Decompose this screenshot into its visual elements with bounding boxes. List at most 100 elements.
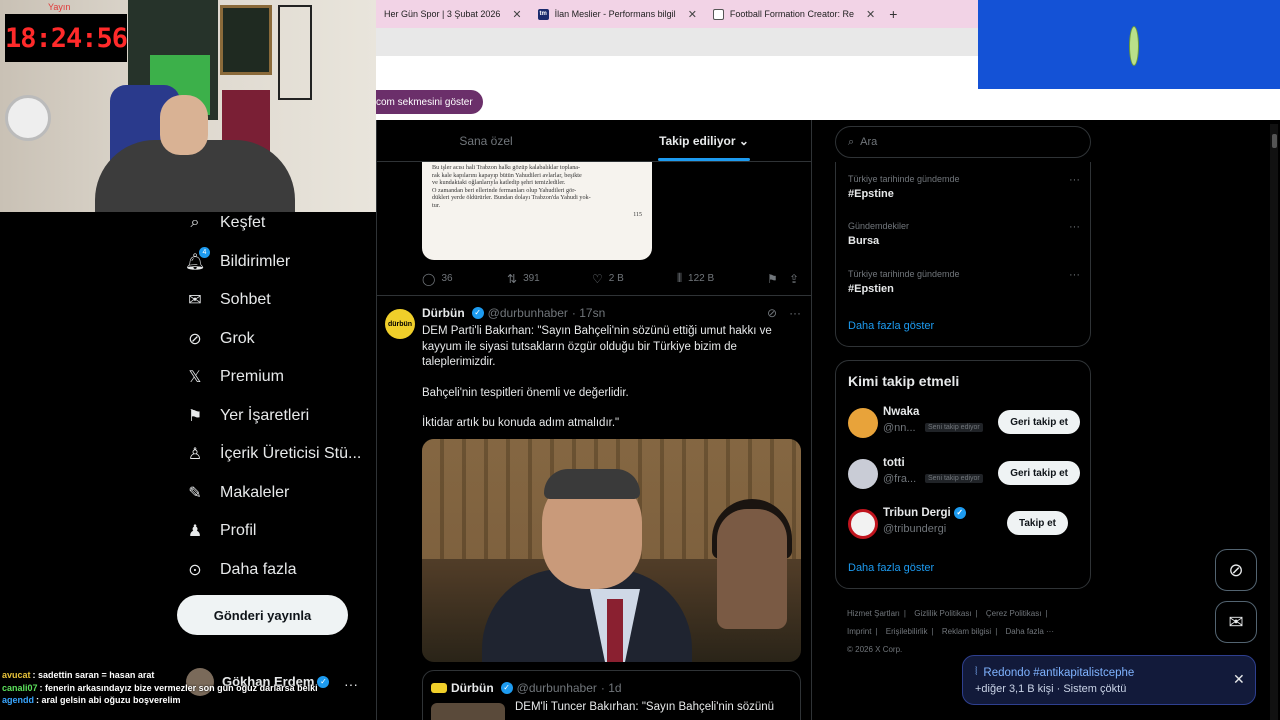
avatar[interactable]: dürbün: [385, 309, 415, 339]
reply-button[interactable]: ◯ 36: [422, 272, 507, 286]
close-tab-icon[interactable]: ✕: [866, 8, 875, 21]
new-tab-icon[interactable]: +: [883, 6, 903, 22]
repost-button[interactable]: ⇅ 391: [507, 272, 592, 286]
quoted-author-handle: @durbunhaber: [516, 681, 597, 695]
close-icon[interactable]: ✕: [1233, 671, 1245, 688]
sidebar-item-premium[interactable]: 𝕏 Premium: [186, 368, 284, 386]
webcam-wall-shelves: [278, 5, 312, 100]
footer-link[interactable]: Çerez Politikası: [986, 609, 1042, 618]
webcam-streamer-head: [160, 95, 208, 155]
search-input[interactable]: ⌕ Ara: [835, 126, 1091, 158]
sidebar-item-explore[interactable]: ⌕ Keşfet: [186, 214, 266, 232]
sidebar-item-more[interactable]: ⊙ Daha fazla: [186, 561, 296, 579]
messages-floating-button[interactable]: ✉: [1215, 601, 1257, 643]
footer-link[interactable]: Imprint: [847, 627, 871, 636]
browser-tab-her-gun-spor[interactable]: Her Gün Spor | 3 Şubat 2026 ✕: [376, 0, 530, 28]
sidebar-item-profile[interactable]: ♟ Profil: [186, 522, 257, 540]
chat-message: avucat: sadettin saran = hasan arat: [2, 669, 318, 682]
trend-item[interactable]: Türkiye tarihinde gündemde #Epstien ···: [848, 269, 1080, 295]
chat-user: avucat: [2, 670, 31, 680]
tab-for-you[interactable]: Sana özel: [377, 120, 595, 161]
sidebar-item-bookmarks[interactable]: ⚑ Yer İşaretleri: [186, 407, 309, 425]
post-actions: ◯ 36 ⇅ 391 ♡ 2 B ⫴ 122 B ⚑ ⇪: [422, 271, 802, 286]
chat-text: : aral gelsin abi oğuzu boşverelim: [36, 695, 181, 705]
account-more-icon[interactable]: ···: [344, 676, 358, 692]
footer-separator: |: [875, 627, 878, 636]
footer-separator: |: [931, 627, 934, 636]
follow-back-button[interactable]: Geri takip et: [998, 461, 1080, 485]
follow-suggestion[interactable]: totti @fra... Seni takip ediyor Geri tak…: [848, 457, 1080, 491]
footer-link[interactable]: Erişilebilirlik: [886, 627, 928, 636]
post-time[interactable]: · 17sn: [572, 306, 605, 320]
footer-link[interactable]: Hizmet Şartları: [847, 609, 900, 618]
tab-following[interactable]: Takip ediliyor ⌄: [595, 120, 811, 161]
browser-tab-strip: Her Gün Spor | 3 Şubat 2026 ✕ tm İlan Me…: [376, 0, 978, 28]
close-tab-icon[interactable]: ✕: [512, 8, 521, 21]
trend-item[interactable]: Türkiye tarihinde gündemde #Epstine ···: [848, 174, 1080, 200]
views-button[interactable]: ⫴ 122 B: [677, 271, 767, 286]
bookmark-icon: ⚑: [767, 271, 778, 286]
webcam-fan: [5, 95, 51, 141]
footer-separator: |: [995, 627, 998, 636]
verified-badge-icon: ✓: [953, 507, 966, 519]
post-button[interactable]: Gönderi yayınla: [177, 595, 348, 635]
who-to-follow-show-more-link[interactable]: Daha fazla göster: [848, 562, 934, 574]
scrollbar[interactable]: [1270, 124, 1278, 720]
browser-tab-football-formation[interactable]: Football Formation Creator: Re ✕: [705, 0, 883, 28]
sidebar-nav: [0, 212, 376, 720]
share-button[interactable]: ⇪: [789, 272, 799, 286]
share-icon: ⇪: [789, 271, 800, 286]
show-tab-button[interactable]: com sekmesini göster: [376, 90, 483, 114]
search-icon: ⌕: [848, 135, 855, 148]
sidebar-item-creator-studio[interactable]: ♙ İçerik Üreticisi Stü...: [186, 445, 362, 463]
verified-badge-icon: ✓: [471, 307, 484, 319]
footer-link[interactable]: Gizlilik Politikası: [914, 609, 971, 618]
toast-subtitle: +diğer 3,1 B kişi · Sistem çöktü: [975, 683, 1127, 695]
more-icon[interactable]: ···: [1069, 269, 1080, 281]
sidebar-item-chat[interactable]: ✉ Sohbet: [186, 291, 270, 309]
quoted-post[interactable]: Dürbün ✓ @durbunhaber · 1d DEM'li Tuncer…: [422, 670, 801, 720]
trend-item[interactable]: Gündemdekiler Bursa ···: [848, 221, 1080, 247]
scrollbar-thumb[interactable]: [1272, 134, 1277, 148]
like-button[interactable]: ♡ 2 B: [592, 272, 677, 286]
post[interactable]: dürbün Dürbün ✓ @durbunhaber · 17sn ⊘ ··…: [377, 295, 811, 720]
grok-icon[interactable]: ⊘: [767, 306, 777, 320]
quoted-author-name: Dürbün: [451, 681, 494, 695]
repost-icon: ⇅: [507, 271, 518, 286]
chat-text: : fenerin arkasındayız bize vermezler so…: [39, 682, 318, 693]
more-icon[interactable]: ···: [1069, 174, 1080, 186]
post-photo[interactable]: [422, 439, 801, 662]
browser-address-area: [376, 56, 978, 86]
close-tab-icon[interactable]: ✕: [688, 8, 697, 21]
suggestion-name-wrap: Tribun Dergi ✓: [883, 507, 966, 519]
browser-toolbar: [376, 28, 978, 56]
quoted-post-thumbnail: [431, 703, 505, 720]
sidebar-item-notifications[interactable]: 🔔︎ 4 Bildirimler: [185, 247, 290, 271]
more-icon[interactable]: ···: [1069, 221, 1080, 233]
follow-suggestion[interactable]: Tribun Dergi ✓ @tribundergi Takip et: [848, 507, 1080, 541]
profile-icon: ♟: [187, 523, 203, 540]
webcam-tactics-board: [220, 5, 272, 75]
footer-link[interactable]: Daha fazla ···: [1006, 627, 1054, 636]
follow-suggestion[interactable]: Nwaka @nn... Seni takip ediyor Geri taki…: [848, 406, 1080, 440]
post-author-handle[interactable]: @durbunhaber: [488, 306, 568, 320]
trends-show-more-link[interactable]: Daha fazla göster: [848, 320, 934, 332]
photo-tie: [607, 599, 623, 662]
grok-floating-button[interactable]: ⊘: [1215, 549, 1257, 591]
browser-tab-ilan-meslier[interactable]: tm İlan Meslier - Performans bilgil ✕: [530, 0, 705, 28]
sidebar-item-articles[interactable]: ✎ Makaleler: [186, 484, 289, 502]
page-favicon-icon: [712, 8, 724, 20]
footer-row: Imprint | Erişilebilirlik | Reklam bilgisi…: [847, 623, 1087, 641]
follow-button[interactable]: Takip et: [1006, 511, 1068, 535]
stream-chat-overlay: avucat: sadettin saran = hasan arat cana…: [2, 669, 318, 707]
quoted-post-text: DEM'li Tuncer Bakırhan: "Sayın Bahçeli'n…: [515, 701, 775, 713]
footer-link[interactable]: Reklam bilgisi: [942, 627, 991, 636]
sidebar-item-grok[interactable]: ⊘ Grok: [186, 330, 254, 348]
more-icon[interactable]: ···: [789, 306, 801, 320]
stream-overlay-graphic: [1129, 26, 1139, 66]
post-book-image[interactable]: Bu işler acısı hali Trabzon halkı gözüp …: [422, 162, 652, 260]
bookmark-button[interactable]: ⚑: [767, 272, 789, 286]
follows-you-badge: Seni takip ediyor: [925, 474, 983, 483]
post-author-name[interactable]: Dürbün: [422, 306, 465, 320]
follow-back-button[interactable]: Geri takip et: [998, 410, 1080, 434]
